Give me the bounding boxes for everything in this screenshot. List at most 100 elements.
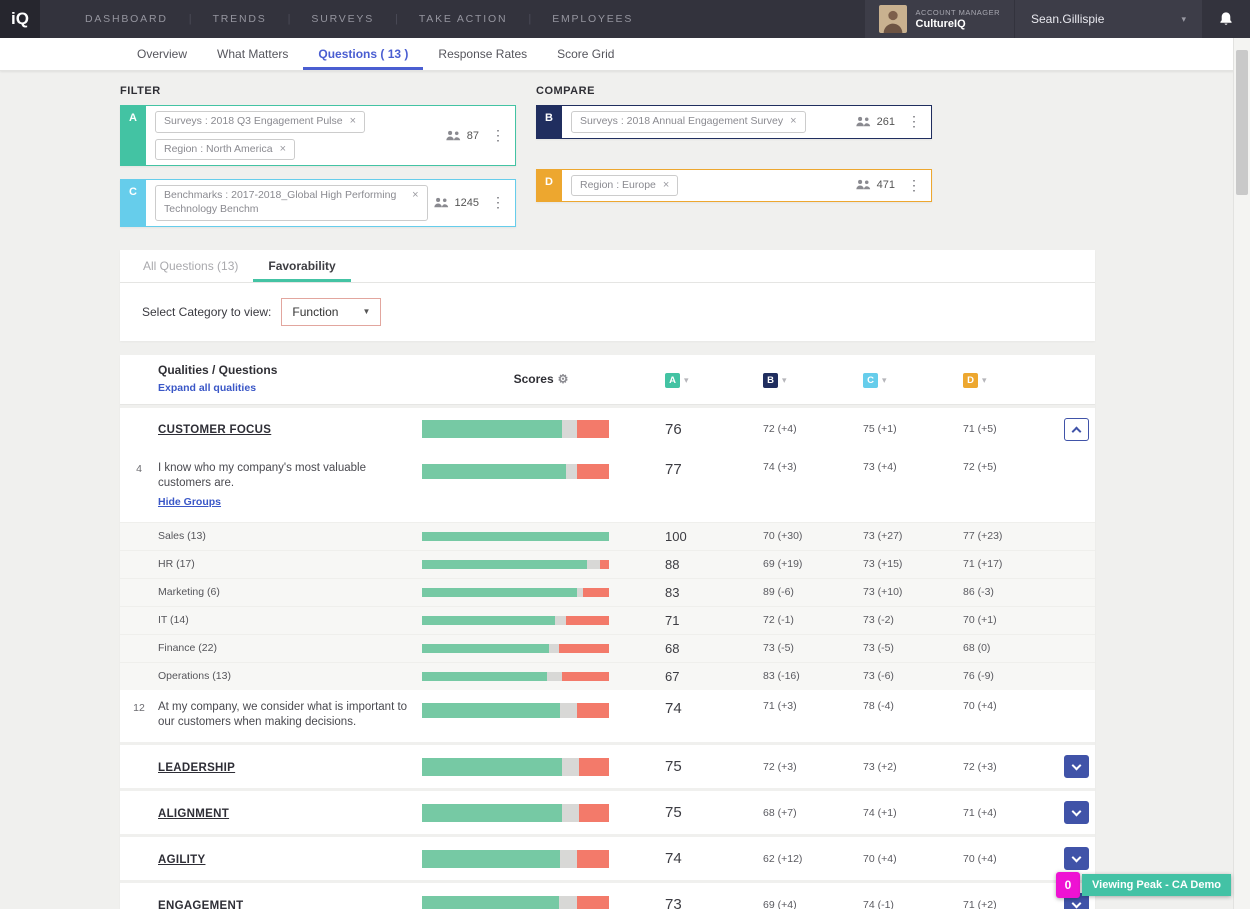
scores-header-label: Scores xyxy=(514,372,554,386)
score-d: 86 (-3) xyxy=(958,586,1058,598)
hide-groups-link[interactable]: Hide Groups xyxy=(158,496,221,508)
nav-item-take-action[interactable]: TAKE ACTION xyxy=(398,13,528,25)
filter-group-card-a: ASurveys : 2018 Q3 Engagement Pulse×Regi… xyxy=(120,105,516,166)
score-a: 83 xyxy=(660,585,758,600)
account-labels: ACCOUNT MANAGER CultureIQ xyxy=(916,8,1000,30)
score-c: 73 (+15) xyxy=(858,558,958,570)
subtab-favorability[interactable]: Favorability xyxy=(253,250,350,282)
column-header-a[interactable]: A▾ xyxy=(660,370,758,388)
chip-remove-icon[interactable]: × xyxy=(790,115,796,128)
nav-item-dashboard[interactable]: DASHBOARD xyxy=(64,13,189,25)
favorability-bar xyxy=(422,896,609,909)
expand-quality-button[interactable] xyxy=(1064,847,1089,870)
chip-label: Surveys : 2018 Q3 Engagement Pulse xyxy=(164,115,343,129)
chip-remove-icon[interactable]: × xyxy=(350,115,356,128)
question-row: 12At my company, we consider what is imp… xyxy=(120,690,1095,742)
chevron-down-icon: ▾ xyxy=(982,375,987,385)
favorability-bar xyxy=(422,644,609,653)
expand-quality-button[interactable] xyxy=(1064,801,1089,824)
favorability-bar xyxy=(422,588,609,597)
kebab-menu-icon[interactable]: ⋮ xyxy=(900,177,928,194)
chip-label: Region : North America xyxy=(164,143,273,157)
nav-item-trends[interactable]: TRENDS xyxy=(192,13,288,25)
favorability-bar xyxy=(422,758,609,776)
app-logo[interactable]: iQ xyxy=(0,0,40,38)
filter-chip: Surveys : 2018 Annual Engagement Survey× xyxy=(571,111,806,133)
respondent-count: 87 xyxy=(445,130,479,142)
compare-column: COMPARE BSurveys : 2018 Annual Engagemen… xyxy=(536,85,932,240)
nav-item-employees[interactable]: EMPLOYEES xyxy=(531,13,654,25)
score-b: 68 (+7) xyxy=(758,807,858,819)
column-header-c[interactable]: C▾ xyxy=(858,370,958,388)
bell-icon xyxy=(1218,11,1234,27)
group-band-label: D xyxy=(536,169,562,203)
score-b: 72 (-1) xyxy=(758,614,858,626)
subtab-all-questions-13[interactable]: All Questions (13) xyxy=(128,250,253,282)
score-a: 71 xyxy=(660,613,758,628)
column-header-b[interactable]: B▾ xyxy=(758,370,858,388)
expand-quality-button[interactable] xyxy=(1064,755,1089,778)
question-number: 12 xyxy=(120,700,158,714)
header-qualities-cell: Qualities / Questions Expand all qualiti… xyxy=(158,363,422,396)
filter-group-card-d: DRegion : Europe×471⋮ xyxy=(536,169,932,203)
nav-item-surveys[interactable]: SURVEYS xyxy=(290,13,395,25)
table-body: CUSTOMER FOCUS7672 (+4)75 (+1)71 (+5)4I … xyxy=(120,405,1095,909)
demo-counter-badge[interactable]: 0 xyxy=(1056,872,1080,898)
user-menu[interactable]: Sean.Gillispie ▾ xyxy=(1014,0,1202,38)
column-header-d[interactable]: D▾ xyxy=(958,370,1058,388)
group-row: Sales (13)10070 (+30)73 (+27)77 (+23) xyxy=(120,522,1095,550)
tab-overview[interactable]: Overview xyxy=(122,38,202,70)
quality-link-customer-focus[interactable]: CUSTOMER FOCUS xyxy=(158,424,271,436)
score-d: 70 (+1) xyxy=(958,614,1058,626)
score-c: 73 (-6) xyxy=(858,670,958,682)
group-label-operations-13: Operations (13) xyxy=(158,670,422,682)
chip-remove-icon[interactable]: × xyxy=(280,143,286,156)
expand-all-qualities-link[interactable]: Expand all qualities xyxy=(158,382,256,394)
vertical-scrollbar[interactable] xyxy=(1233,38,1250,909)
score-a: 73 xyxy=(660,896,758,909)
tab-score-grid[interactable]: Score Grid xyxy=(542,38,629,70)
quality-link-alignment[interactable]: ALIGNMENT xyxy=(158,808,229,820)
chip-remove-icon[interactable]: × xyxy=(412,189,418,202)
score-a: 76 xyxy=(660,421,758,438)
score-c: 73 (+2) xyxy=(858,761,958,773)
user-name-label: Sean.Gillispie xyxy=(1031,12,1104,26)
score-c: 74 (-1) xyxy=(858,899,958,909)
chevron-down-icon: ▾ xyxy=(782,375,787,385)
tab-questions-13[interactable]: Questions ( 13 ) xyxy=(303,38,423,70)
account-menu[interactable]: ACCOUNT MANAGER CultureIQ xyxy=(865,0,1014,38)
top-navbar: iQ DASHBOARD|TRENDS|SURVEYS|TAKE ACTION|… xyxy=(0,0,1250,38)
kebab-menu-icon[interactable]: ⋮ xyxy=(484,127,512,144)
score-c: 73 (+4) xyxy=(858,461,958,473)
quality-link-agility[interactable]: AGILITY xyxy=(158,854,205,866)
score-c: 74 (+1) xyxy=(858,807,958,819)
scores-header: Scores ⚙ xyxy=(422,372,660,386)
chip-remove-icon[interactable]: × xyxy=(663,179,669,192)
collapse-quality-button[interactable] xyxy=(1064,418,1089,441)
user-avatar xyxy=(879,5,907,33)
favorability-bar xyxy=(422,672,609,681)
score-d: 71 (+5) xyxy=(958,423,1058,435)
respondent-count: 1245 xyxy=(433,197,479,209)
category-select-label: Select Category to view: xyxy=(142,305,271,319)
favorability-bar xyxy=(422,703,609,718)
compare-section-title: COMPARE xyxy=(536,85,932,97)
filter-chip: Region : North America × xyxy=(155,139,295,161)
scrollbar-thumb[interactable] xyxy=(1236,50,1248,195)
group-label-finance-22: Finance (22) xyxy=(158,642,422,654)
group-row: Marketing (6)8389 (-6)73 (+10)86 (-3) xyxy=(120,578,1095,606)
quality-link-leadership[interactable]: LEADERSHIP xyxy=(158,762,235,774)
kebab-menu-icon[interactable]: ⋮ xyxy=(484,194,512,211)
quality-row: ENGAGEMENT7369 (+4)74 (-1)71 (+2) xyxy=(120,880,1095,909)
notifications-bell-button[interactable] xyxy=(1202,0,1250,38)
quality-link-engagement[interactable]: ENGAGEMENT xyxy=(158,900,243,909)
chevron-down-icon xyxy=(1072,898,1082,908)
kebab-menu-icon[interactable]: ⋮ xyxy=(900,113,928,130)
tab-what-matters[interactable]: What Matters xyxy=(202,38,303,70)
scores-settings-icon[interactable]: ⚙ xyxy=(558,372,569,386)
score-a: 100 xyxy=(660,529,758,544)
category-select-value: Function xyxy=(292,305,338,319)
tab-response-rates[interactable]: Response Rates xyxy=(423,38,542,70)
group-badge-b: B xyxy=(763,373,778,388)
category-select[interactable]: Function ▼ xyxy=(281,298,381,326)
